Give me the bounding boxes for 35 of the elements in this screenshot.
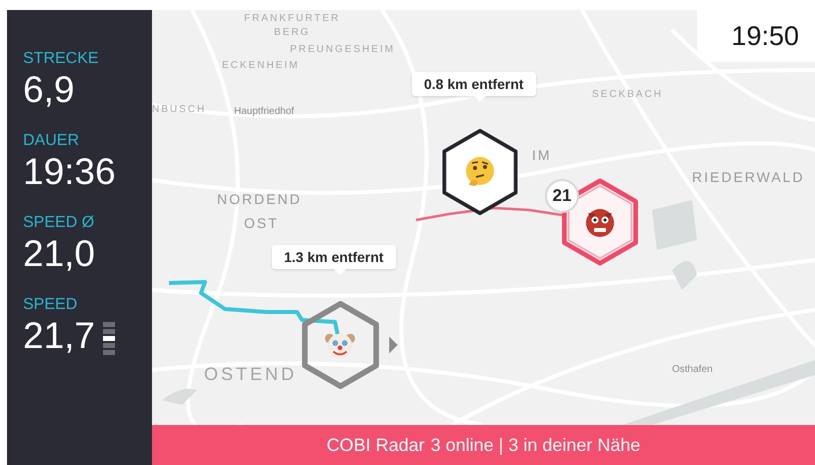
map-place-label: OSTEND (204, 365, 298, 383)
park-area (162, 388, 197, 405)
map-place-label: Hauptfriedhof (234, 107, 294, 117)
map-place-label: SECKBACH (592, 90, 664, 100)
metric-value: 21,0 (23, 232, 96, 276)
map-place-label: RIEDERWALD (692, 170, 805, 184)
park-area (652, 200, 697, 250)
map-place-label: PREUNGESHEIM (290, 45, 396, 55)
distance-callout: 0.8 km entfernt (412, 72, 536, 96)
map-place-label: OST (244, 216, 279, 230)
map-view[interactable]: FRANKFURTER BERG PREUNGESHEIM ECKENHEIM NBUSCH Hauptfriedhof SECKBACH IM RIEDERWALD NORDEND OST OSTEND Osthafen 0.8 km entfernt 21 1.3 km entfernt 19:50 (152, 10, 815, 425)
metric-value: 6,9 (23, 68, 74, 112)
callout-pointer (474, 96, 486, 102)
metric-label: DAUER (23, 132, 80, 150)
metric-label: STRECKE (23, 50, 99, 68)
metric-value: 19:36 (23, 150, 116, 194)
map-place-label: IM (532, 148, 552, 162)
map-place-label: FRANKFURTER (244, 14, 340, 24)
clock-time: 19:50 (731, 20, 799, 53)
map-place-label: ECKENHEIM (222, 61, 300, 71)
park-area (672, 261, 697, 290)
distance-callout: 1.3 km entfernt (272, 245, 396, 269)
count-badge: 21 (545, 179, 579, 213)
thinking-face-icon (463, 155, 497, 189)
callout-pointer (334, 269, 346, 275)
speed-indicator (103, 322, 116, 354)
map-place-label: BERG (274, 28, 310, 38)
status-brand: COBI Radar (326, 434, 425, 456)
map-place-label: NBUSCH (152, 105, 206, 115)
metric-value: 21,7 (23, 314, 96, 358)
map-place-label: NORDEND (217, 192, 302, 206)
map-place-label: Osthafen (672, 365, 713, 375)
status-text: 3 online | 3 in deiner Nähe (430, 434, 640, 457)
metric-label: SPEED Ø (23, 214, 94, 232)
metric-label: SPEED (23, 296, 78, 314)
